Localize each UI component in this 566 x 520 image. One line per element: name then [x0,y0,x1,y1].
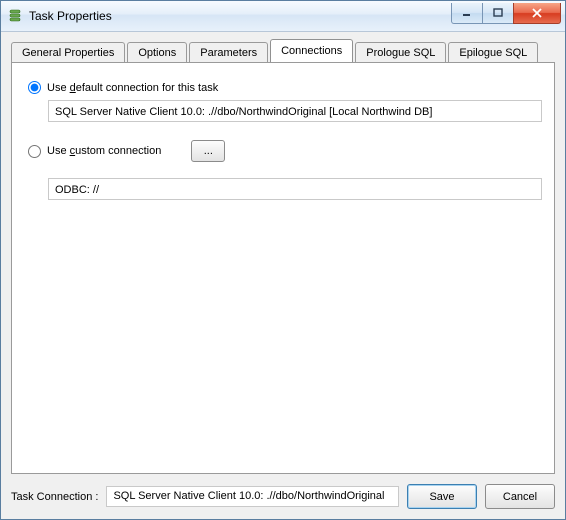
close-button[interactable] [513,3,561,24]
custom-connection-value: ODBC: // [48,178,542,200]
label-part: efault connection for this task [76,82,218,94]
cancel-button[interactable]: Cancel [485,484,555,509]
task-connection-field[interactable]: SQL Server Native Client 10.0: .//dbo/No… [106,486,399,507]
save-button[interactable]: Save [407,484,477,509]
default-connection-label: Use default connection for this task [47,82,218,94]
label-part: Use [47,82,70,94]
window-controls [452,3,561,23]
task-connection-label: Task Connection : [11,491,98,503]
label-part: Use [47,145,70,157]
minimize-button[interactable] [451,3,483,24]
browse-connection-button[interactable]: ... [191,140,225,162]
custom-connection-radio[interactable] [28,145,41,158]
window-frame: Task Properties General Properties Optio… [0,0,566,520]
default-connection-row: Use default connection for this task [28,81,538,94]
maximize-button[interactable] [482,3,514,24]
client-area: General Properties Options Parameters Co… [1,32,565,519]
tab-epilogue-sql[interactable]: Epilogue SQL [448,42,538,63]
tabstrip: General Properties Options Parameters Co… [11,40,555,62]
tab-prologue-sql[interactable]: Prologue SQL [355,42,446,63]
titlebar: Task Properties [1,1,565,32]
tab-options[interactable]: Options [127,42,187,63]
tab-general-properties[interactable]: General Properties [11,42,125,63]
tab-page-connections: Use default connection for this task SQL… [11,62,555,474]
custom-connection-row: Use custom connection ... [28,140,538,162]
tab-connections[interactable]: Connections [270,39,353,62]
custom-connection-label: Use custom connection [47,145,161,157]
app-icon [7,8,23,24]
default-connection-radio[interactable] [28,81,41,94]
label-part: ustom connection [75,145,161,157]
tab-parameters[interactable]: Parameters [189,42,268,63]
window-title: Task Properties [29,9,452,23]
default-connection-value: SQL Server Native Client 10.0: .//dbo/No… [48,100,542,122]
footer-row: Task Connection : SQL Server Native Clie… [11,474,555,509]
